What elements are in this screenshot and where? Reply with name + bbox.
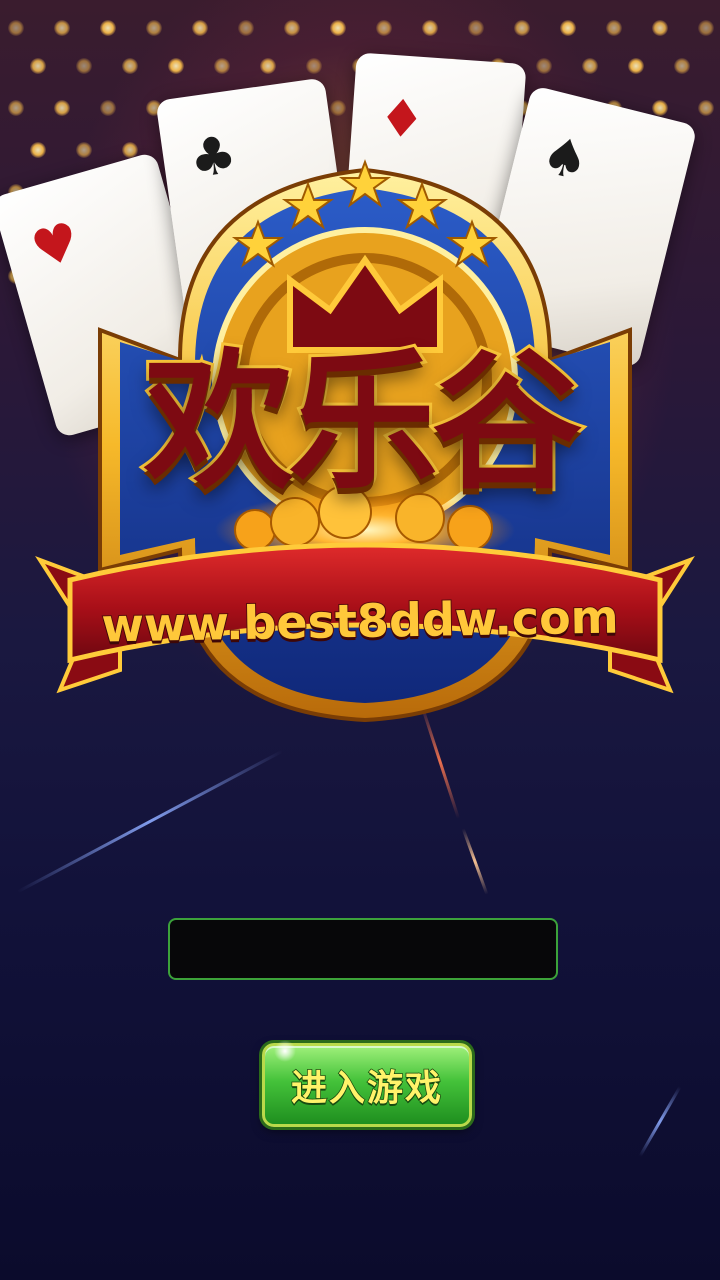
stage-light xyxy=(330,100,346,116)
light-streak xyxy=(461,828,489,895)
stage-light xyxy=(146,20,162,36)
stage-light xyxy=(422,20,438,36)
stage-light xyxy=(514,20,530,36)
stage-light xyxy=(214,58,230,74)
stage-light xyxy=(468,20,484,36)
game-title-logo: 欢 乐 谷 xyxy=(110,322,610,522)
stage-light xyxy=(260,58,276,74)
stage-light xyxy=(674,58,690,74)
stage-light xyxy=(306,58,322,74)
stage-light xyxy=(54,20,70,36)
stage-light xyxy=(100,20,116,36)
stage-light xyxy=(192,20,208,36)
stage-light xyxy=(652,20,668,36)
nickname-input[interactable] xyxy=(168,918,558,980)
logo-char: 欢 xyxy=(141,334,297,510)
stage-light xyxy=(606,20,622,36)
stage-light xyxy=(536,58,552,74)
stage-light xyxy=(8,100,24,116)
stage-light xyxy=(330,20,346,36)
stage-light xyxy=(30,58,46,74)
diamond-icon: ♦ xyxy=(376,88,428,152)
stage-light xyxy=(698,20,714,36)
login-screen: ♥ ♣ ♦ ♠ 欢 乐 谷 www.best8ddw.com 进入游戏 xyxy=(0,0,720,1280)
stage-light xyxy=(100,100,116,116)
stage-light xyxy=(54,100,70,116)
logo-char: 乐 xyxy=(285,334,441,510)
website-url: www.best8ddw.com xyxy=(100,588,620,653)
stage-light xyxy=(8,20,24,36)
stage-light xyxy=(560,20,576,36)
logo-char: 谷 xyxy=(429,334,585,510)
stage-light xyxy=(122,58,138,74)
light-streak xyxy=(638,1086,682,1157)
stage-light xyxy=(582,58,598,74)
stage-light xyxy=(628,58,644,74)
stage-light xyxy=(168,58,184,74)
enter-game-button-label: 进入游戏 xyxy=(290,1067,443,1110)
sparkle-icon xyxy=(274,1040,296,1062)
stage-light xyxy=(238,20,254,36)
stage-light xyxy=(284,20,300,36)
stage-light xyxy=(698,100,714,116)
stage-light xyxy=(376,20,392,36)
light-streak xyxy=(16,749,284,894)
stage-light xyxy=(652,100,668,116)
stage-light xyxy=(76,58,92,74)
